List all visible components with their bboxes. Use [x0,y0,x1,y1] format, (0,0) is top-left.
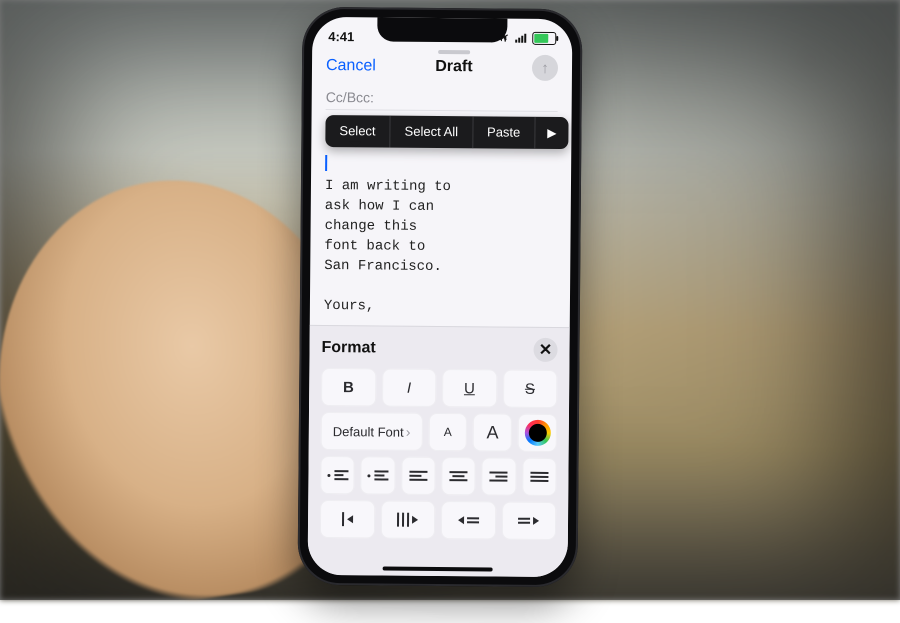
bold-glyph: B [343,379,354,396]
cc-bcc-field[interactable]: Cc/Bcc: [326,89,558,107]
align-center-icon [450,471,468,481]
home-indicator[interactable] [383,567,493,572]
numbered-list-button[interactable] [320,456,355,494]
phone-screen: 4:41 ✈ Cancel Draft ↑ Cc/Bcc: Select Sel… [308,17,573,577]
chevron-right-icon: › [406,424,411,440]
strikethrough-button[interactable]: S [503,370,558,408]
align-right-button[interactable] [482,457,517,495]
edit-context-menu: Select Select All Paste ▶ [325,115,568,149]
text-cursor [325,155,327,171]
align-left-button[interactable] [401,457,436,495]
bulleted-list-icon [367,470,388,480]
numbered-list-icon [327,470,348,480]
indent-button[interactable] [380,500,435,538]
cancel-button[interactable]: Cancel [326,57,376,75]
menu-select-all[interactable]: Select All [390,116,473,149]
close-format-button[interactable]: ✕ [533,338,557,362]
outdent-button[interactable] [320,500,375,538]
menu-select[interactable]: Select [325,115,390,148]
navigation-bar: Cancel Draft ↑ [312,47,572,87]
menu-paste[interactable]: Paste [473,116,536,149]
quote-decrease-button[interactable] [441,501,496,539]
menu-more-icon[interactable]: ▶ [535,126,568,140]
body-text: I am writing to ask how I can change thi… [324,178,451,314]
align-justify-icon [530,472,548,482]
format-title: Format [321,339,375,357]
italic-button[interactable]: I [382,368,437,406]
phone-frame: 4:41 ✈ Cancel Draft ↑ Cc/Bcc: Select Sel… [297,7,582,587]
decrease-font-button[interactable]: A [428,413,467,451]
cc-bcc-label: Cc/Bcc: [326,89,374,105]
text-color-button[interactable] [518,414,557,452]
cell-signal-icon [515,33,526,43]
underline-glyph: U [464,380,475,397]
message-body[interactable]: I am writing to ask how I can change thi… [324,155,557,327]
quote-decrease-icon [458,516,479,524]
small-a-icon: A [444,425,452,439]
big-a-icon: A [487,422,499,443]
quote-increase-icon [518,517,539,525]
send-button[interactable]: ↑ [532,55,558,81]
arrow-up-icon: ↑ [541,59,549,76]
outdent-icon [342,512,353,526]
italic-glyph: I [407,379,411,396]
page-title: Draft [435,58,472,76]
underline-button[interactable]: U [442,369,497,407]
close-icon: ✕ [539,340,553,360]
font-label: Default Font [333,424,404,440]
bulleted-list-button[interactable] [361,456,396,494]
align-left-icon [409,471,427,481]
align-justify-button[interactable] [522,458,557,496]
font-picker-button[interactable]: Default Font › [321,412,423,451]
quote-increase-button[interactable] [501,502,556,540]
notch [377,17,507,42]
strike-glyph: S [525,380,535,397]
divider [326,109,558,112]
battery-icon [532,31,556,44]
bold-button[interactable]: B [321,368,376,406]
align-right-icon [490,471,508,481]
color-ring-icon [524,420,550,446]
increase-font-button[interactable]: A [473,413,512,451]
status-time: 4:41 [328,29,354,44]
format-panel: Format ✕ B I U S Default Font › A A [308,325,570,577]
align-center-button[interactable] [441,457,476,495]
indent-icon [397,513,418,527]
